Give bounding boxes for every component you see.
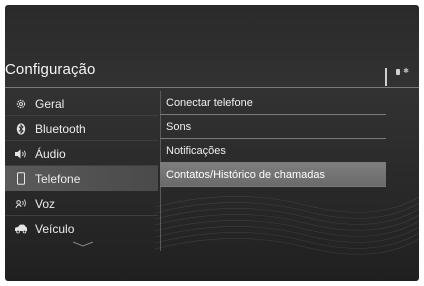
infotainment-screen: Configuração ✱ Geral Bluetooth Áudio Tel… [5,5,419,281]
menu-item-label: Geral [35,96,65,111]
voice-icon [14,197,28,211]
speaker-icon [14,147,28,161]
battery-icon [396,69,401,75]
submenu-item-connect-phone[interactable]: Conectar telefone [160,91,386,115]
menu-item-phone[interactable]: Telefone [5,166,158,191]
menu-item-label: Bluetooth [35,121,86,136]
menu-item-label: Telefone [35,171,81,186]
menu-item-label: Voz [35,196,56,211]
status-bar: ✱ [385,68,409,86]
signal-icon [385,68,393,86]
header-divider [5,87,419,88]
chevron-down-icon[interactable] [73,241,93,247]
menu-item-label: Áudio [35,146,66,161]
bluetooth-icon [14,122,28,136]
background-wave-pattern [155,196,419,255]
menu-item-bluetooth[interactable]: Bluetooth [5,116,158,141]
page-title: Configuração [5,61,96,78]
phone-icon [14,172,28,186]
menu-item-voice[interactable]: Voz [5,191,158,216]
phone-submenu: Conectar telefone Sons Notificações Cont… [160,91,386,187]
menu-item-audio[interactable]: Áudio [5,141,158,166]
menu-item-label: Veículo [35,221,75,236]
car-icon [14,222,28,236]
bluetooth-status-icon: ✱ [403,68,409,75]
menu-item-general[interactable]: Geral [5,91,158,116]
gear-icon [14,97,28,111]
submenu-item-sounds[interactable]: Sons [160,115,386,139]
submenu-item-notifications[interactable]: Notificações [160,139,386,163]
settings-menu: Geral Bluetooth Áudio Telefone Voz Veícu… [5,91,158,241]
menu-item-vehicle[interactable]: Veículo [5,216,158,241]
